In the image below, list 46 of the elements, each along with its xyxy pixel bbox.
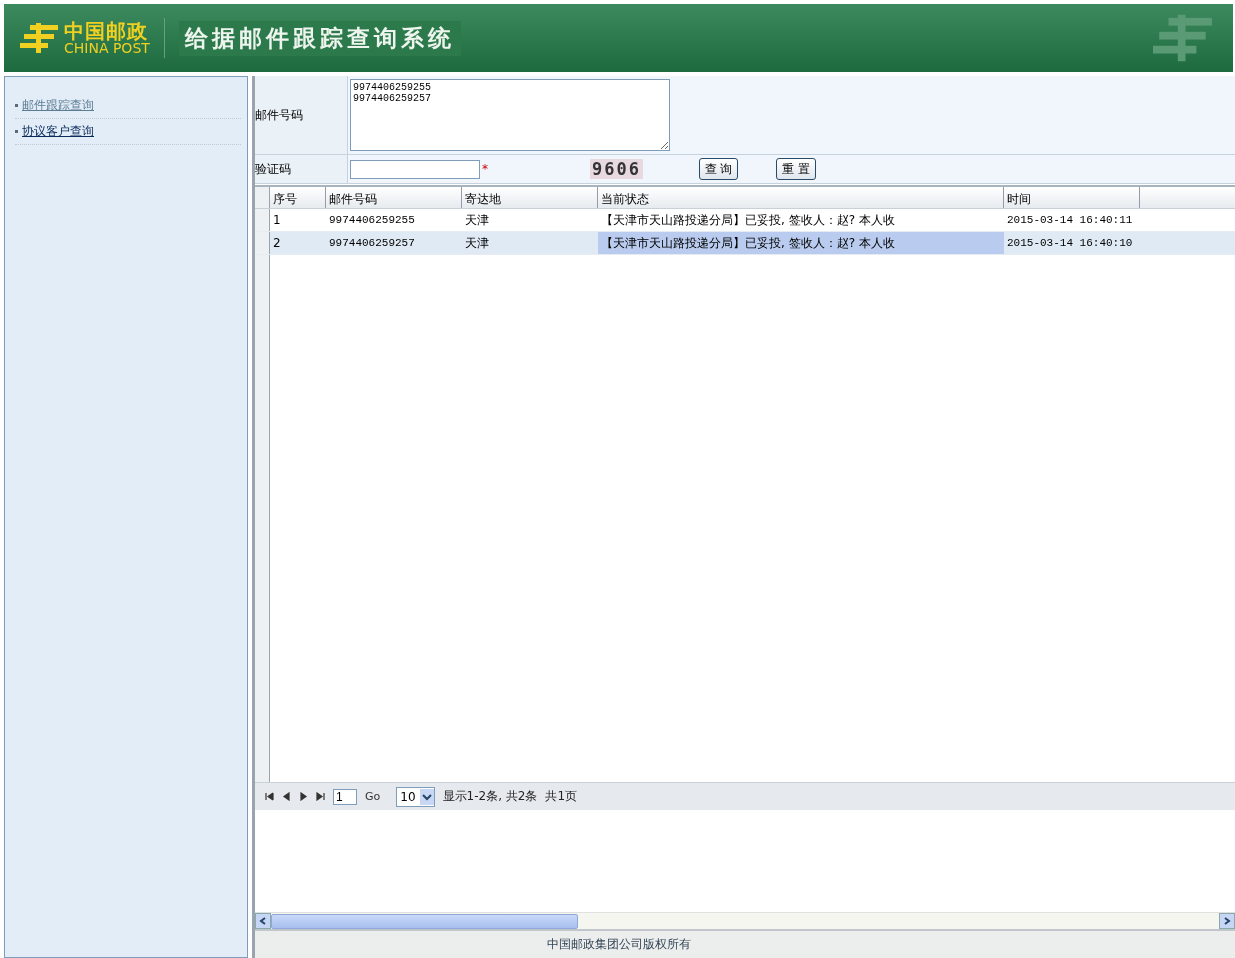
table-cell-text: 2015-03-14 16:40:11 [1006,213,1134,228]
table-cell-text: 2 [272,235,282,252]
record-info: 显示1-2条, 共2条 [442,788,538,805]
column-header[interactable]: 当前状态 [598,187,1004,208]
field-label: 验证码 [255,160,291,178]
captcha-field[interactable] [350,159,480,179]
column-header[interactable]: 寄达地 [462,187,598,208]
query-button[interactable]: 查 询 [698,158,739,180]
column-header[interactable]: 序号 [270,187,326,208]
scroll-left-icon[interactable] [259,917,267,925]
logo-icon [20,21,60,55]
first-page-icon[interactable] [265,792,274,801]
logo-text: 中国邮政 [64,21,148,41]
table-cell-text: 【天津市天山路投递分局】已妥投, 签收人：赵? 本人收 [600,211,896,229]
page-size-select[interactable]: 10 [396,786,435,807]
table-cell-text: 天津 [464,234,490,252]
table-row[interactable]: 1 9974406259255 天津 【天津市天山路投递分局】已妥投, 签收人：赵? 本人收 2015-03-14 16:40:11 [255,209,1235,232]
table-cell-text: 1 [272,212,282,229]
table-cell-text: 9974406259257 [328,236,416,251]
bullet-icon [15,130,18,133]
column-header[interactable]: 时间 [1004,187,1140,208]
page-count: 共1页 [545,788,578,805]
table-row[interactable]: 2 9974406259257 天津 【天津市天山路投递分局】已妥投, 签收人：赵? 本人收 2015-03-14 16:40:10 [255,232,1235,255]
sidebar-link[interactable]: 协议客户查询 [22,123,94,140]
captcha-image: 9606 [590,159,643,179]
previous-page-icon[interactable] [282,792,291,801]
next-page-icon[interactable] [299,792,308,801]
bullet-icon [15,104,18,107]
sidebar-link[interactable]: 邮件跟踪查询 [22,97,94,114]
copyright-text: 中国邮政集团公司版权所有 [547,936,691,953]
last-page-icon[interactable] [316,792,325,801]
column-header[interactable]: 邮件号码 [326,187,462,208]
scroll-right-icon[interactable] [1223,917,1231,925]
page-number-field[interactable]: 1 [333,788,357,805]
table-cell-text: 9974406259255 [328,213,416,228]
logo-subtitle: CHINA POST [64,41,150,55]
table-cell: 【天津市天山路投递分局】已妥投, 签收人：赵? 本人收 [598,232,1004,254]
table-cell-text: 天津 [464,211,490,229]
required-mark: * [482,162,489,176]
system-title: 给据邮件跟踪查询系统 [178,20,461,56]
go-button[interactable]: Go [365,790,381,803]
tracking-number-field[interactable]: 9974406259255 9974406259257 [350,79,670,151]
table-cell-text: 2015-03-14 16:40:10 [1006,236,1134,251]
reset-button[interactable]: 重 置 [776,158,816,180]
horizontal-scrollbar[interactable] [255,912,1235,929]
field-label: 邮件号码 [255,106,303,124]
